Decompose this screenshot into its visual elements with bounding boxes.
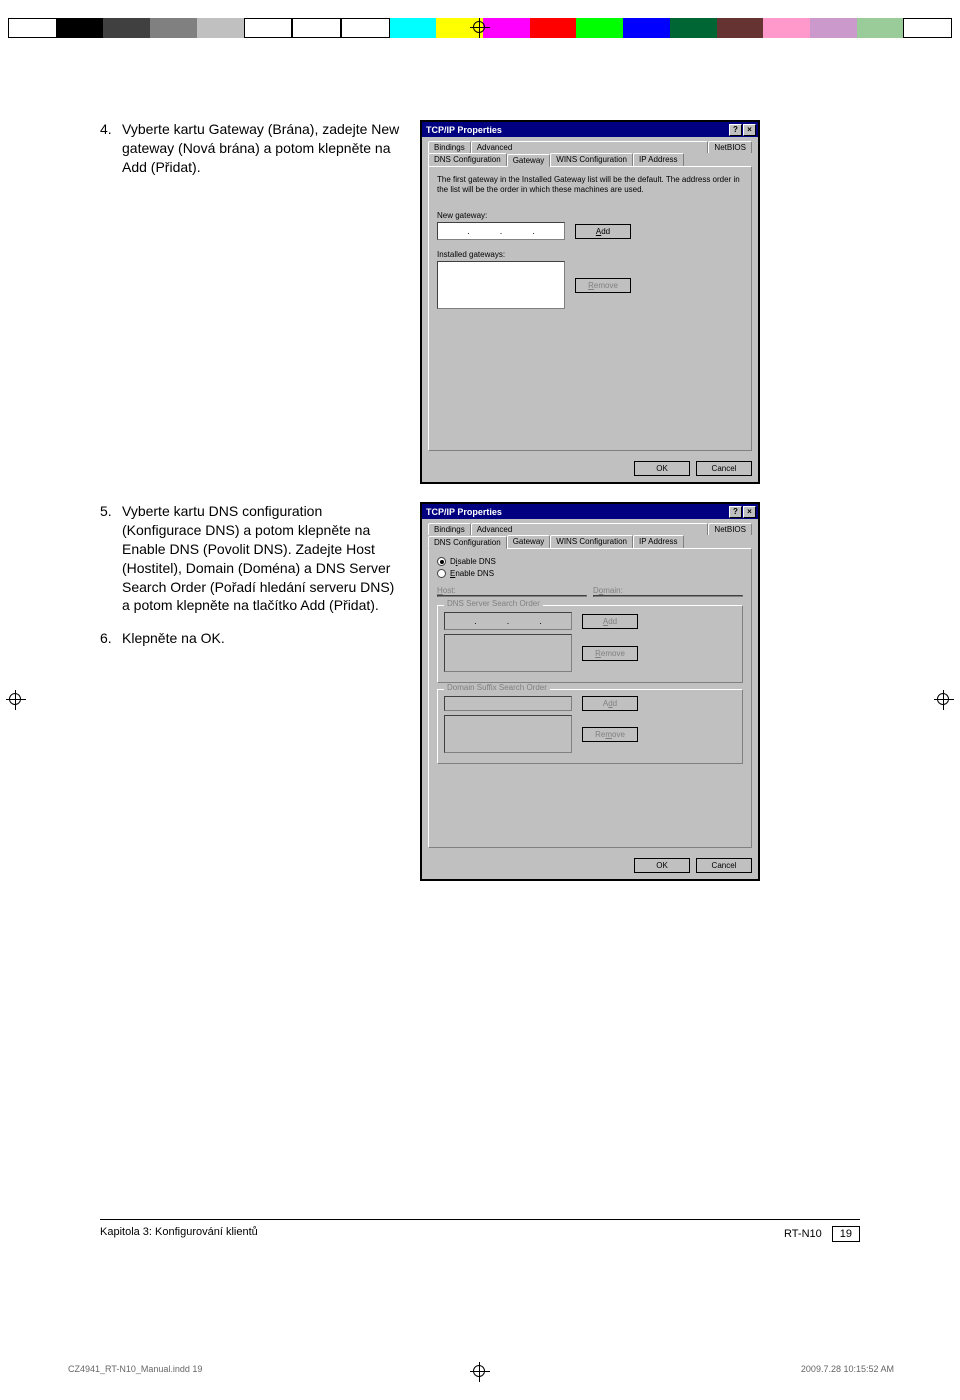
tab-netbios[interactable]: NetBIOS xyxy=(708,141,752,153)
domain-label: Domain: xyxy=(593,586,743,595)
step-number: 4. xyxy=(100,120,122,177)
enable-dns-radio[interactable]: Enable DNS xyxy=(437,569,743,578)
page-footer: Kapitola 3: Konfigurování klientů RT-N10… xyxy=(100,1219,860,1242)
installed-gateways-label: Installed gateways: xyxy=(437,250,743,259)
close-button[interactable]: × xyxy=(743,124,756,136)
step-5: 5. Vyberte kartu DNS configuration (Konf… xyxy=(100,502,402,615)
registration-mark-icon xyxy=(934,690,954,710)
step-number: 6. xyxy=(100,629,122,648)
tab-wins-config[interactable]: WINS Configuration xyxy=(550,153,633,166)
tab-advanced[interactable]: Advanced xyxy=(471,523,709,535)
dns-search-order-label: DNS Server Search Order xyxy=(444,599,543,608)
step-text: Klepněte na OK. xyxy=(122,629,225,648)
help-button[interactable]: ? xyxy=(729,506,742,518)
tab-bindings[interactable]: Bindings xyxy=(428,141,471,153)
suffix-list[interactable] xyxy=(444,715,572,753)
step-6: 6. Klepněte na OK. xyxy=(100,629,402,648)
dns-server-input[interactable]: . . . xyxy=(444,612,572,630)
model-label: RT-N10 xyxy=(784,1228,822,1240)
tcpip-gateway-dialog: TCP/IP Properties ? × Bindings Advanced … xyxy=(420,120,760,484)
dns-add-button[interactable]: Add xyxy=(582,614,638,629)
indd-timestamp: 2009.7.28 10:15:52 AM xyxy=(801,1364,894,1374)
registration-mark-icon xyxy=(6,690,26,710)
dialog-info-text: The first gateway in the Installed Gatew… xyxy=(437,175,743,195)
new-gateway-label: New gateway: xyxy=(437,211,743,220)
step-text: Vyberte kartu Gateway (Brána), zadejte N… xyxy=(122,120,402,177)
help-button[interactable]: ? xyxy=(729,124,742,136)
tab-dns-config[interactable]: DNS Configuration xyxy=(428,536,507,549)
tab-gateway[interactable]: Gateway xyxy=(507,535,551,548)
tab-bindings[interactable]: Bindings xyxy=(428,523,471,535)
suffix-add-button[interactable]: Add xyxy=(582,696,638,711)
ok-button[interactable]: OK xyxy=(634,461,690,476)
add-button[interactable]: Add xyxy=(575,224,631,239)
dialog-title: TCP/IP Properties xyxy=(426,125,728,135)
host-input[interactable] xyxy=(437,595,587,597)
tab-wins-config[interactable]: WINS Configuration xyxy=(550,535,633,548)
cancel-button[interactable]: Cancel xyxy=(696,858,752,873)
close-button[interactable]: × xyxy=(743,506,756,518)
dns-server-list[interactable] xyxy=(444,634,572,672)
remove-button[interactable]: Remove xyxy=(575,278,631,293)
cancel-button[interactable]: Cancel xyxy=(696,461,752,476)
tab-dns-config[interactable]: DNS Configuration xyxy=(428,153,507,166)
tab-ip-address[interactable]: IP Address xyxy=(633,153,684,166)
host-label: Host: xyxy=(437,586,587,595)
installed-gateways-list[interactable] xyxy=(437,261,565,309)
indd-slug: CZ4941_RT-N10_Manual.indd 19 2009.7.28 1… xyxy=(68,1364,894,1374)
indd-file: CZ4941_RT-N10_Manual.indd 19 xyxy=(68,1364,202,1374)
new-gateway-input[interactable]: . . . xyxy=(437,222,565,240)
tab-ip-address[interactable]: IP Address xyxy=(633,535,684,548)
domain-suffix-order-label: Domain Suffix Search Order xyxy=(444,683,550,692)
tab-netbios[interactable]: NetBIOS xyxy=(708,523,752,535)
dns-remove-button[interactable]: Remove xyxy=(582,646,638,661)
step-text: Vyberte kartu DNS configuration (Konfigu… xyxy=(122,502,402,615)
tab-gateway[interactable]: Gateway xyxy=(507,154,551,167)
domain-input[interactable] xyxy=(593,595,743,597)
step-number: 5. xyxy=(100,502,122,615)
page-number: 19 xyxy=(832,1226,860,1242)
registration-mark-icon xyxy=(470,18,490,38)
disable-dns-radio[interactable]: Disable DNS xyxy=(437,557,743,566)
tcpip-dns-dialog: TCP/IP Properties ? × Bindings Advanced … xyxy=(420,502,760,881)
suffix-remove-button[interactable]: Remove xyxy=(582,727,638,742)
suffix-input[interactable] xyxy=(444,696,572,711)
ok-button[interactable]: OK xyxy=(634,858,690,873)
chapter-label: Kapitola 3: Konfigurování klientů xyxy=(100,1226,258,1242)
step-4: 4. Vyberte kartu Gateway (Brána), zadejt… xyxy=(100,120,402,177)
tab-advanced[interactable]: Advanced xyxy=(471,141,709,153)
dialog-title: TCP/IP Properties xyxy=(426,507,728,517)
